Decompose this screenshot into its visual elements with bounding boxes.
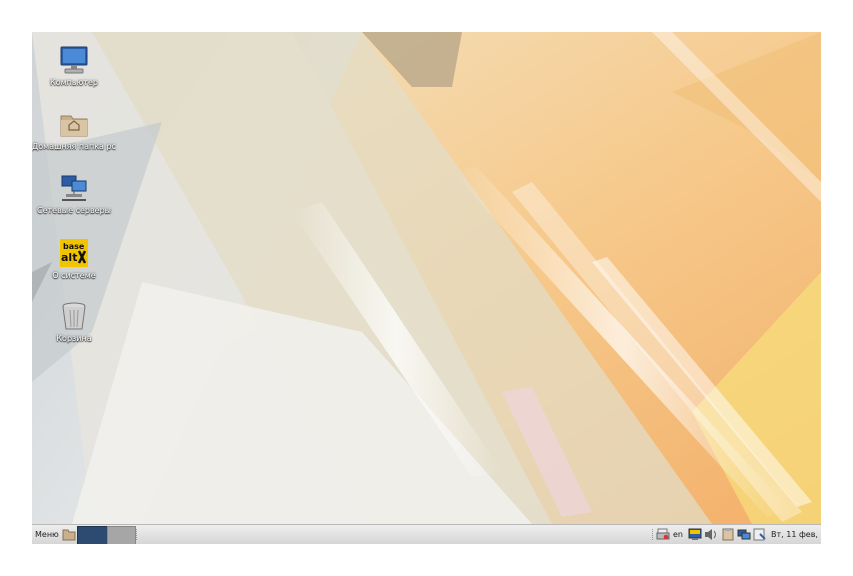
desktop-screen: Компьютер Домашняя папка pc Сетевые серв… [32,32,821,544]
trash-icon [62,302,86,330]
desktop-icon-home[interactable]: Домашняя папка pc [32,108,116,152]
desktop-icon-network[interactable]: Сетевые серверы [32,172,116,216]
svg-text:alt: alt [61,251,77,264]
computer-icon [60,46,88,74]
desktop-icon-label: Компьютер [50,78,98,87]
network-icon[interactable] [737,528,751,541]
svg-text:base: base [63,242,85,251]
printer-icon[interactable] [656,528,670,541]
about-system-icon: base alt [60,239,88,267]
taskbar-separator [652,529,655,540]
volume-icon[interactable] [704,528,718,541]
update-icon[interactable] [753,528,767,541]
taskbar: Меню en Вт, 11 фев, [32,524,821,544]
taskbar-separator [136,529,139,540]
desktop-icon-label: Сетевые серверы [36,206,111,215]
clipboard-icon[interactable] [721,528,735,541]
taskbar-window-button[interactable] [107,526,136,544]
keyboard-layout-indicator[interactable]: en [673,525,683,544]
desktop-icon-label: О системе [52,271,96,280]
home-folder-icon [60,115,88,137]
taskbar-window-button-active[interactable] [77,526,108,544]
clock[interactable]: Вт, 11 фев, 11 [771,525,821,544]
display-icon[interactable] [688,528,702,541]
desktop-icon-label: Домашняя папка pc [32,142,116,151]
desktop-icon-computer[interactable]: Компьютер [32,44,116,88]
wallpaper [32,32,821,524]
home-folder-launcher-icon[interactable] [62,528,76,541]
menu-button[interactable]: Меню [35,525,59,544]
desktop-icon-label: Корзина [56,334,92,343]
desktop-icon-trash[interactable]: Корзина [32,300,116,344]
network-servers-icon [61,175,87,201]
desktop-icon-about[interactable]: base alt О системе [32,237,116,281]
